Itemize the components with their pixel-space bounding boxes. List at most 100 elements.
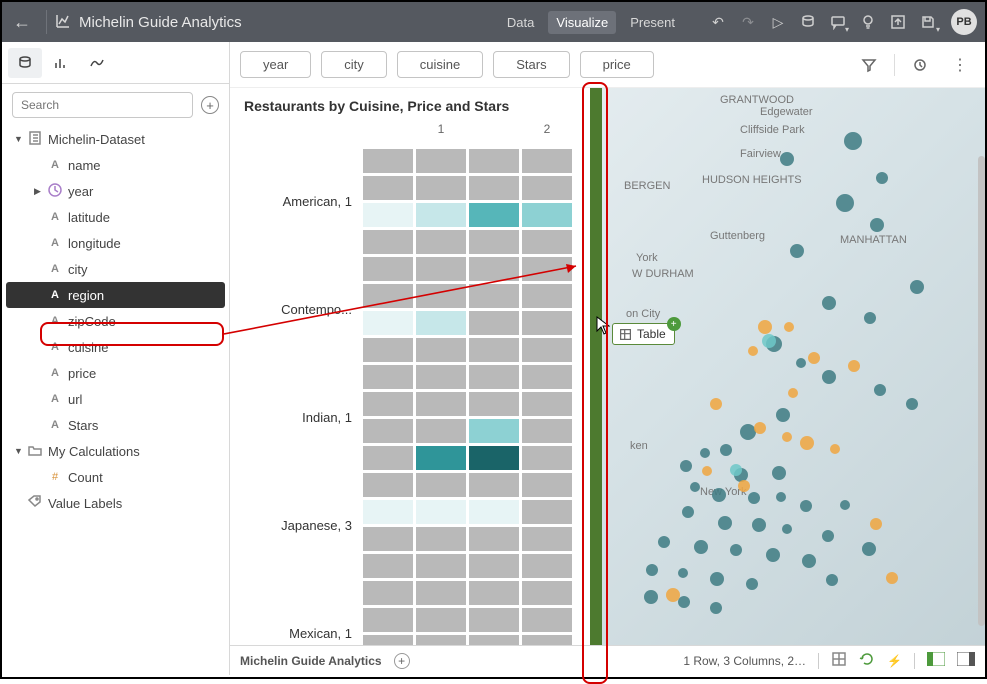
heat-cell[interactable] (416, 176, 466, 200)
heat-cell[interactable] (363, 392, 413, 416)
map-dot[interactable] (780, 152, 794, 166)
heat-cell[interactable] (522, 608, 572, 632)
map-dot[interactable] (800, 436, 814, 450)
map-dot[interactable] (822, 530, 834, 542)
heat-cell[interactable] (363, 203, 413, 227)
map-dot[interactable] (844, 132, 862, 150)
map-dot[interactable] (864, 312, 876, 324)
field-latitude[interactable]: Alatitude (6, 204, 225, 230)
heat-cell[interactable] (522, 392, 572, 416)
tab-visualize[interactable]: Visualize (548, 11, 616, 34)
heat-cell[interactable] (416, 473, 466, 497)
heat-cell[interactable] (363, 365, 413, 389)
redo-button[interactable]: ↷ (733, 7, 763, 37)
heat-cell[interactable] (363, 608, 413, 632)
map-dot[interactable] (802, 554, 816, 568)
undo-button[interactable]: ↶ (703, 7, 733, 37)
heat-cell[interactable] (416, 149, 466, 173)
heat-cell[interactable] (363, 473, 413, 497)
heat-cell[interactable] (522, 446, 572, 470)
heat-cell[interactable] (522, 149, 572, 173)
map-dot[interactable] (710, 398, 722, 410)
heat-cell[interactable] (469, 392, 519, 416)
map-dot[interactable] (870, 518, 882, 530)
heat-cell[interactable] (363, 230, 413, 254)
heat-cell[interactable] (363, 554, 413, 578)
heat-cell[interactable] (469, 419, 519, 443)
database-icon[interactable] (793, 7, 823, 37)
map-dot[interactable] (862, 542, 876, 556)
map-dot[interactable] (752, 518, 766, 532)
map-dot[interactable] (836, 194, 854, 212)
map-dot[interactable] (682, 506, 694, 518)
heat-cell[interactable] (522, 473, 572, 497)
pill-city[interactable]: city (321, 51, 387, 78)
heat-cell[interactable] (416, 500, 466, 524)
heat-cell[interactable] (522, 554, 572, 578)
grid-icon[interactable] (831, 651, 847, 670)
map-dot[interactable] (758, 320, 772, 334)
heat-cell[interactable] (416, 284, 466, 308)
map-dot[interactable] (730, 464, 742, 476)
heat-cell[interactable] (522, 419, 572, 443)
heat-cell[interactable] (469, 176, 519, 200)
map-dot[interactable] (876, 172, 888, 184)
heat-cell[interactable] (363, 527, 413, 551)
heat-cell[interactable] (363, 635, 413, 645)
map-dot[interactable] (710, 602, 722, 614)
map-dot[interactable] (822, 370, 836, 384)
heat-cell[interactable] (416, 527, 466, 551)
heat-cell[interactable] (469, 446, 519, 470)
map-dot[interactable] (870, 218, 884, 232)
heat-cell[interactable] (363, 338, 413, 362)
back-button[interactable]: ← (2, 12, 42, 33)
heat-cell[interactable] (469, 230, 519, 254)
heat-cell[interactable] (522, 203, 572, 227)
heat-cell[interactable] (469, 203, 519, 227)
map-dot[interactable] (702, 466, 712, 476)
map-dot[interactable] (830, 444, 840, 454)
map-dot[interactable] (848, 360, 860, 372)
heat-cell[interactable] (416, 554, 466, 578)
chart-panel-tab[interactable] (44, 48, 78, 78)
map-dot[interactable] (776, 492, 786, 502)
heat-cell[interactable] (469, 365, 519, 389)
refresh-icon[interactable] (859, 651, 875, 670)
map-dot[interactable] (666, 588, 680, 602)
map-dot[interactable] (782, 432, 792, 442)
heat-cell[interactable] (522, 527, 572, 551)
map-dot[interactable] (748, 346, 758, 356)
save-icon[interactable]: ▾ (913, 7, 943, 37)
heat-cell[interactable] (469, 284, 519, 308)
field-longitude[interactable]: Alongitude (6, 230, 225, 256)
heat-cell[interactable] (416, 365, 466, 389)
map-dot[interactable] (784, 322, 794, 332)
map-dot[interactable] (710, 572, 724, 586)
heat-cell[interactable] (416, 230, 466, 254)
value-labels[interactable]: Value Labels (6, 490, 225, 516)
heat-cell[interactable] (522, 311, 572, 335)
add-field-button[interactable]: + (201, 96, 219, 114)
bolt-icon[interactable]: ⚡ (887, 654, 902, 668)
heat-cell[interactable] (363, 419, 413, 443)
heat-cell[interactable] (522, 284, 572, 308)
map-dot[interactable] (800, 500, 812, 512)
pill-year[interactable]: year (240, 51, 311, 78)
tab-data[interactable]: Data (499, 11, 542, 34)
play-button[interactable]: ▷ (763, 7, 793, 37)
heat-cell[interactable] (469, 554, 519, 578)
heat-cell[interactable] (363, 149, 413, 173)
data-panel-tab[interactable] (8, 48, 42, 78)
map-dot[interactable] (644, 590, 658, 604)
heat-cell[interactable] (363, 257, 413, 281)
field-year[interactable]: ▶year (6, 178, 225, 204)
heat-cell[interactable] (469, 500, 519, 524)
insight-icon[interactable] (905, 50, 935, 80)
map-dot[interactable] (906, 398, 918, 410)
heat-cell[interactable] (416, 392, 466, 416)
layout-right-icon[interactable] (957, 652, 975, 669)
field-Stars[interactable]: AStars (6, 412, 225, 438)
map-dot[interactable] (826, 574, 838, 586)
heat-cell[interactable] (363, 311, 413, 335)
map-dot[interactable] (762, 334, 776, 348)
